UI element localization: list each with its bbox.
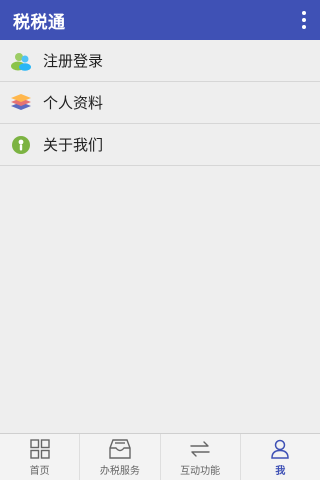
nav-tab-home[interactable]: 首页 <box>0 434 81 480</box>
more-vert-icon[interactable] <box>294 6 314 34</box>
register-login-icon <box>10 50 32 72</box>
profile-layers-icon <box>10 92 32 114</box>
app-title: 税税通 <box>13 12 66 33</box>
person-icon <box>269 438 291 460</box>
menu-item-label: 注册登录 <box>43 52 104 70</box>
nav-tab-me[interactable]: 我 <box>241 434 320 480</box>
nav-tab-interaction[interactable]: 互动功能 <box>161 434 241 480</box>
swap-arrows-icon <box>189 438 211 460</box>
menu-item-register-login[interactable]: 注册登录 <box>0 40 320 82</box>
about-info-icon <box>10 134 32 156</box>
nav-tab-tax-service[interactable]: 办税服务 <box>80 434 161 480</box>
nav-label: 办税服务 <box>99 465 140 477</box>
inbox-service-icon <box>109 438 131 460</box>
nav-label: 我 <box>275 465 286 477</box>
profile-menu: 注册登录 个人资料 关于我们 <box>0 40 320 166</box>
app-bar: 税税通 <box>0 0 320 40</box>
bottom-navigation: 首页 办税服务 互动功能 我 <box>0 433 320 480</box>
menu-item-label: 关于我们 <box>43 136 104 154</box>
grid-home-icon <box>29 438 51 460</box>
menu-item-label: 个人资料 <box>43 94 104 112</box>
nav-label: 互动功能 <box>180 465 221 477</box>
nav-label: 首页 <box>29 465 50 477</box>
menu-item-profile[interactable]: 个人资料 <box>0 82 320 124</box>
menu-item-about[interactable]: 关于我们 <box>0 124 320 166</box>
